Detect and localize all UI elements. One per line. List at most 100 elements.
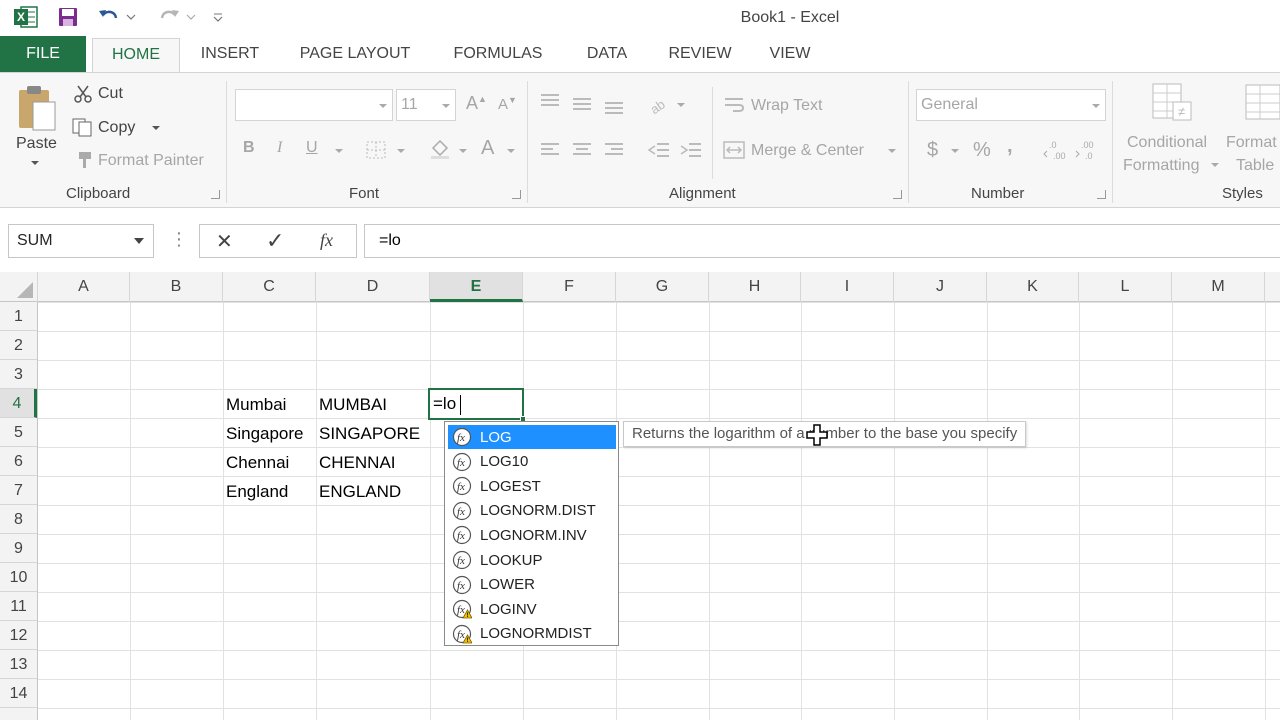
autocomplete-item[interactable]: fx! LOGINV [448,597,616,621]
paste-icon[interactable] [14,83,60,133]
column-header-m[interactable]: M [1172,272,1265,302]
row-header-7[interactable]: 7 [0,476,37,505]
autocomplete-item[interactable]: fx LOGEST [448,474,616,498]
row-header-8[interactable]: 8 [0,505,37,534]
autocomplete-item[interactable]: fx LOG10 [448,450,616,474]
clipboard-launcher-icon[interactable] [211,190,220,199]
font-name-box[interactable] [235,89,393,121]
formula-input[interactable]: =lo [364,224,1280,258]
number-launcher-icon[interactable] [1097,190,1106,199]
top-align-icon[interactable] [538,91,562,113]
cell-c4[interactable]: Mumbai [222,390,286,419]
fill-color-dropdown-icon[interactable] [458,147,468,155]
row-header-4[interactable]: 4 [0,389,37,418]
alignment-launcher-icon[interactable] [893,190,902,199]
merge-center-button[interactable]: Merge & Center [751,142,864,160]
wrap-text-button[interactable]: Wrap Text [751,97,822,115]
row-header-6[interactable]: 6 [0,447,37,476]
middle-align-icon[interactable] [570,93,594,115]
insert-function-button[interactable]: fx [320,230,333,251]
orientation-dropdown-icon[interactable] [676,101,686,109]
cell-grid[interactable] [38,302,1280,720]
copy-icon[interactable] [70,116,94,138]
format-painter-icon[interactable] [72,149,94,171]
italic-button[interactable]: I [277,139,282,157]
name-box-dropdown-icon[interactable] [133,237,145,245]
number-format-box[interactable]: General [916,89,1106,121]
bottom-align-icon[interactable] [602,95,626,117]
row-header-2[interactable]: 2 [0,331,37,360]
column-header-j[interactable]: J [894,272,987,302]
autocomplete-item[interactable]: fx LOOKUP [448,548,616,572]
merge-center-icon[interactable] [722,139,746,161]
row-header-3[interactable]: 3 [0,360,37,389]
row-header-5[interactable]: 5 [0,418,37,447]
column-header-l[interactable]: L [1079,272,1172,302]
row-header-14[interactable]: 14 [0,679,37,708]
enter-entry-button[interactable]: ✓ [266,228,284,254]
paste-button[interactable]: Paste [16,135,57,153]
decrease-decimal-icon[interactable]: .00.0 [1074,137,1104,163]
bold-button[interactable]: B [243,139,255,157]
format-as-table-label-2[interactable]: Table [1236,157,1274,175]
tab-formulas[interactable]: FORMULAS [444,36,552,72]
conditional-formatting-label-1[interactable]: Conditional [1127,134,1207,152]
column-header-f[interactable]: F [523,272,616,302]
align-right-icon[interactable] [602,139,626,161]
autocomplete-item[interactable]: fx LOWER [448,573,616,597]
tab-page-layout[interactable]: PAGE LAYOUT [290,36,420,72]
font-size-box[interactable]: 11 [396,89,456,121]
underline-button[interactable]: U [306,139,318,157]
tab-home[interactable]: HOME [92,38,180,74]
column-header-i[interactable]: I [801,272,894,302]
row-header-10[interactable]: 10 [0,563,37,592]
name-box[interactable]: SUM [8,224,154,258]
borders-icon[interactable] [364,139,388,161]
cut-icon[interactable] [72,83,94,105]
format-as-table-icon[interactable] [1244,83,1280,123]
paste-dropdown-icon[interactable] [29,157,41,169]
decrease-indent-icon[interactable] [646,139,672,161]
fill-color-icon[interactable] [428,137,452,161]
autocomplete-item[interactable]: fx LOG [448,425,616,449]
cell-d4[interactable]: MUMBAI [315,390,387,419]
comma-style-button[interactable]: , [1007,135,1013,158]
format-as-table-label-1[interactable]: Format [1226,134,1277,152]
row-header-13[interactable]: 13 [0,650,37,679]
orientation-icon[interactable]: ab [646,91,674,115]
font-color-button[interactable]: A [481,137,494,160]
column-header-c[interactable]: C [223,272,316,302]
row-header-9[interactable]: 9 [0,534,37,563]
cell-c6[interactable]: Chennai [222,448,289,477]
column-header-a[interactable]: A [38,272,130,302]
autocomplete-item[interactable]: fx LOGNORM.DIST [448,499,616,523]
percent-button[interactable]: % [973,139,991,162]
active-cell-e4[interactable]: =lo [428,388,526,422]
shrink-font-icon[interactable]: A▼ [498,95,517,113]
row-header-12[interactable]: 12 [0,621,37,650]
column-header-g[interactable]: G [616,272,709,302]
tab-insert[interactable]: INSERT [194,36,266,72]
tab-data[interactable]: DATA [576,36,638,72]
borders-dropdown-icon[interactable] [396,147,406,155]
tab-review[interactable]: REVIEW [662,36,738,72]
copy-dropdown-icon[interactable] [150,123,162,133]
currency-dropdown-icon[interactable] [950,147,960,155]
formula-bar-grip-icon[interactable]: ⋮ [170,229,188,250]
conditional-formatting-label-2[interactable]: Formatting [1123,157,1199,175]
cell-c5[interactable]: Singapore [222,419,304,448]
cell-c7[interactable]: England [222,477,288,506]
cell-d5[interactable]: SINGAPORE [315,419,420,448]
underline-dropdown-icon[interactable] [334,147,344,155]
font-launcher-icon[interactable] [512,190,521,199]
merge-dropdown-icon[interactable] [887,147,897,155]
column-header-h[interactable]: H [709,272,801,302]
select-all-corner[interactable] [0,272,38,302]
column-header-k[interactable]: K [987,272,1079,302]
grow-font-icon[interactable]: A▲ [466,93,487,114]
currency-button[interactable]: $ [927,139,938,162]
font-color-dropdown-icon[interactable] [506,147,516,155]
cut-button[interactable]: Cut [98,85,123,103]
row-header-11[interactable]: 11 [0,592,37,621]
conditional-formatting-dropdown-icon[interactable] [1210,161,1220,169]
